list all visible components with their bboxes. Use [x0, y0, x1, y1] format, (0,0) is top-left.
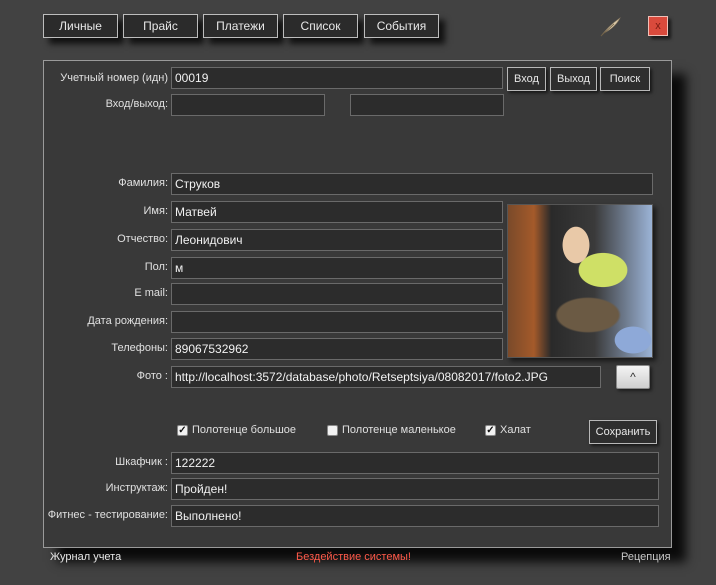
phone-input[interactable]: 89067532962 [171, 338, 503, 360]
robe-checkbox[interactable]: ✓ [485, 425, 496, 436]
account-label: Учетный номер (идн) [60, 72, 168, 84]
robe-label: Халат [500, 424, 531, 436]
locker-label: Шкафчик : [115, 456, 168, 468]
tab-payments[interactable]: Платежи [203, 14, 278, 38]
fitness-input[interactable]: Выполнено! [171, 505, 659, 527]
towel-big-label: Полотенце большое [192, 424, 297, 436]
exit-time-field[interactable] [350, 94, 504, 116]
briefing-label: Инструктаж: [105, 482, 168, 494]
photo-label: Фото : [136, 370, 168, 382]
tab-price[interactable]: Прайс [123, 14, 198, 38]
journal-link[interactable]: Журнал учета [50, 551, 121, 563]
towel-small-checkbox[interactable] [327, 425, 338, 436]
patronymic-input[interactable]: Леонидович [171, 229, 503, 251]
email-input[interactable] [171, 283, 503, 305]
briefing-input[interactable]: Пройден! [171, 478, 659, 500]
reception-label: Рецепция [621, 551, 671, 563]
surname-label: Фамилия: [118, 177, 168, 189]
account-input[interactable]: 00019 [171, 67, 503, 89]
entry-time-field[interactable] [171, 94, 325, 116]
locker-input[interactable]: 122222 [171, 452, 659, 474]
system-idle-status: Бездействие системы! [296, 551, 411, 563]
birthdate-input[interactable] [171, 311, 503, 333]
tab-list[interactable]: Список [283, 14, 358, 38]
gender-label: Пол: [144, 261, 168, 273]
save-button[interactable]: Сохранить [589, 420, 657, 444]
patronymic-label: Отчество: [117, 233, 168, 245]
gender-input[interactable]: м [171, 257, 503, 279]
close-button[interactable]: x [648, 16, 668, 36]
fitness-label: Фитнес - тестирование: [47, 509, 168, 521]
email-label: E mail: [134, 287, 168, 299]
phone-label: Телефоны: [111, 342, 168, 354]
exit-button[interactable]: Выход [550, 67, 597, 91]
tab-personal[interactable]: Личные [43, 14, 118, 38]
search-button[interactable]: Поиск [600, 67, 650, 91]
tab-events[interactable]: События [364, 14, 439, 38]
photo-path-input[interactable]: http://localhost:3572/database/photo/Ret… [171, 366, 601, 388]
birthdate-label: Дата рождения: [87, 315, 168, 327]
upload-photo-button[interactable]: ^ [616, 365, 650, 389]
name-label: Имя: [143, 205, 168, 217]
towel-small-label: Полотенце маленькое [342, 424, 456, 436]
surname-input[interactable]: Струков [171, 173, 653, 195]
client-photo [507, 204, 653, 358]
inout-label: Вход/выход: [105, 98, 168, 110]
towel-big-checkbox[interactable]: ✓ [177, 425, 188, 436]
feather-icon[interactable] [598, 16, 622, 38]
name-input[interactable]: Матвей [171, 201, 503, 223]
enter-button[interactable]: Вход [507, 67, 546, 91]
